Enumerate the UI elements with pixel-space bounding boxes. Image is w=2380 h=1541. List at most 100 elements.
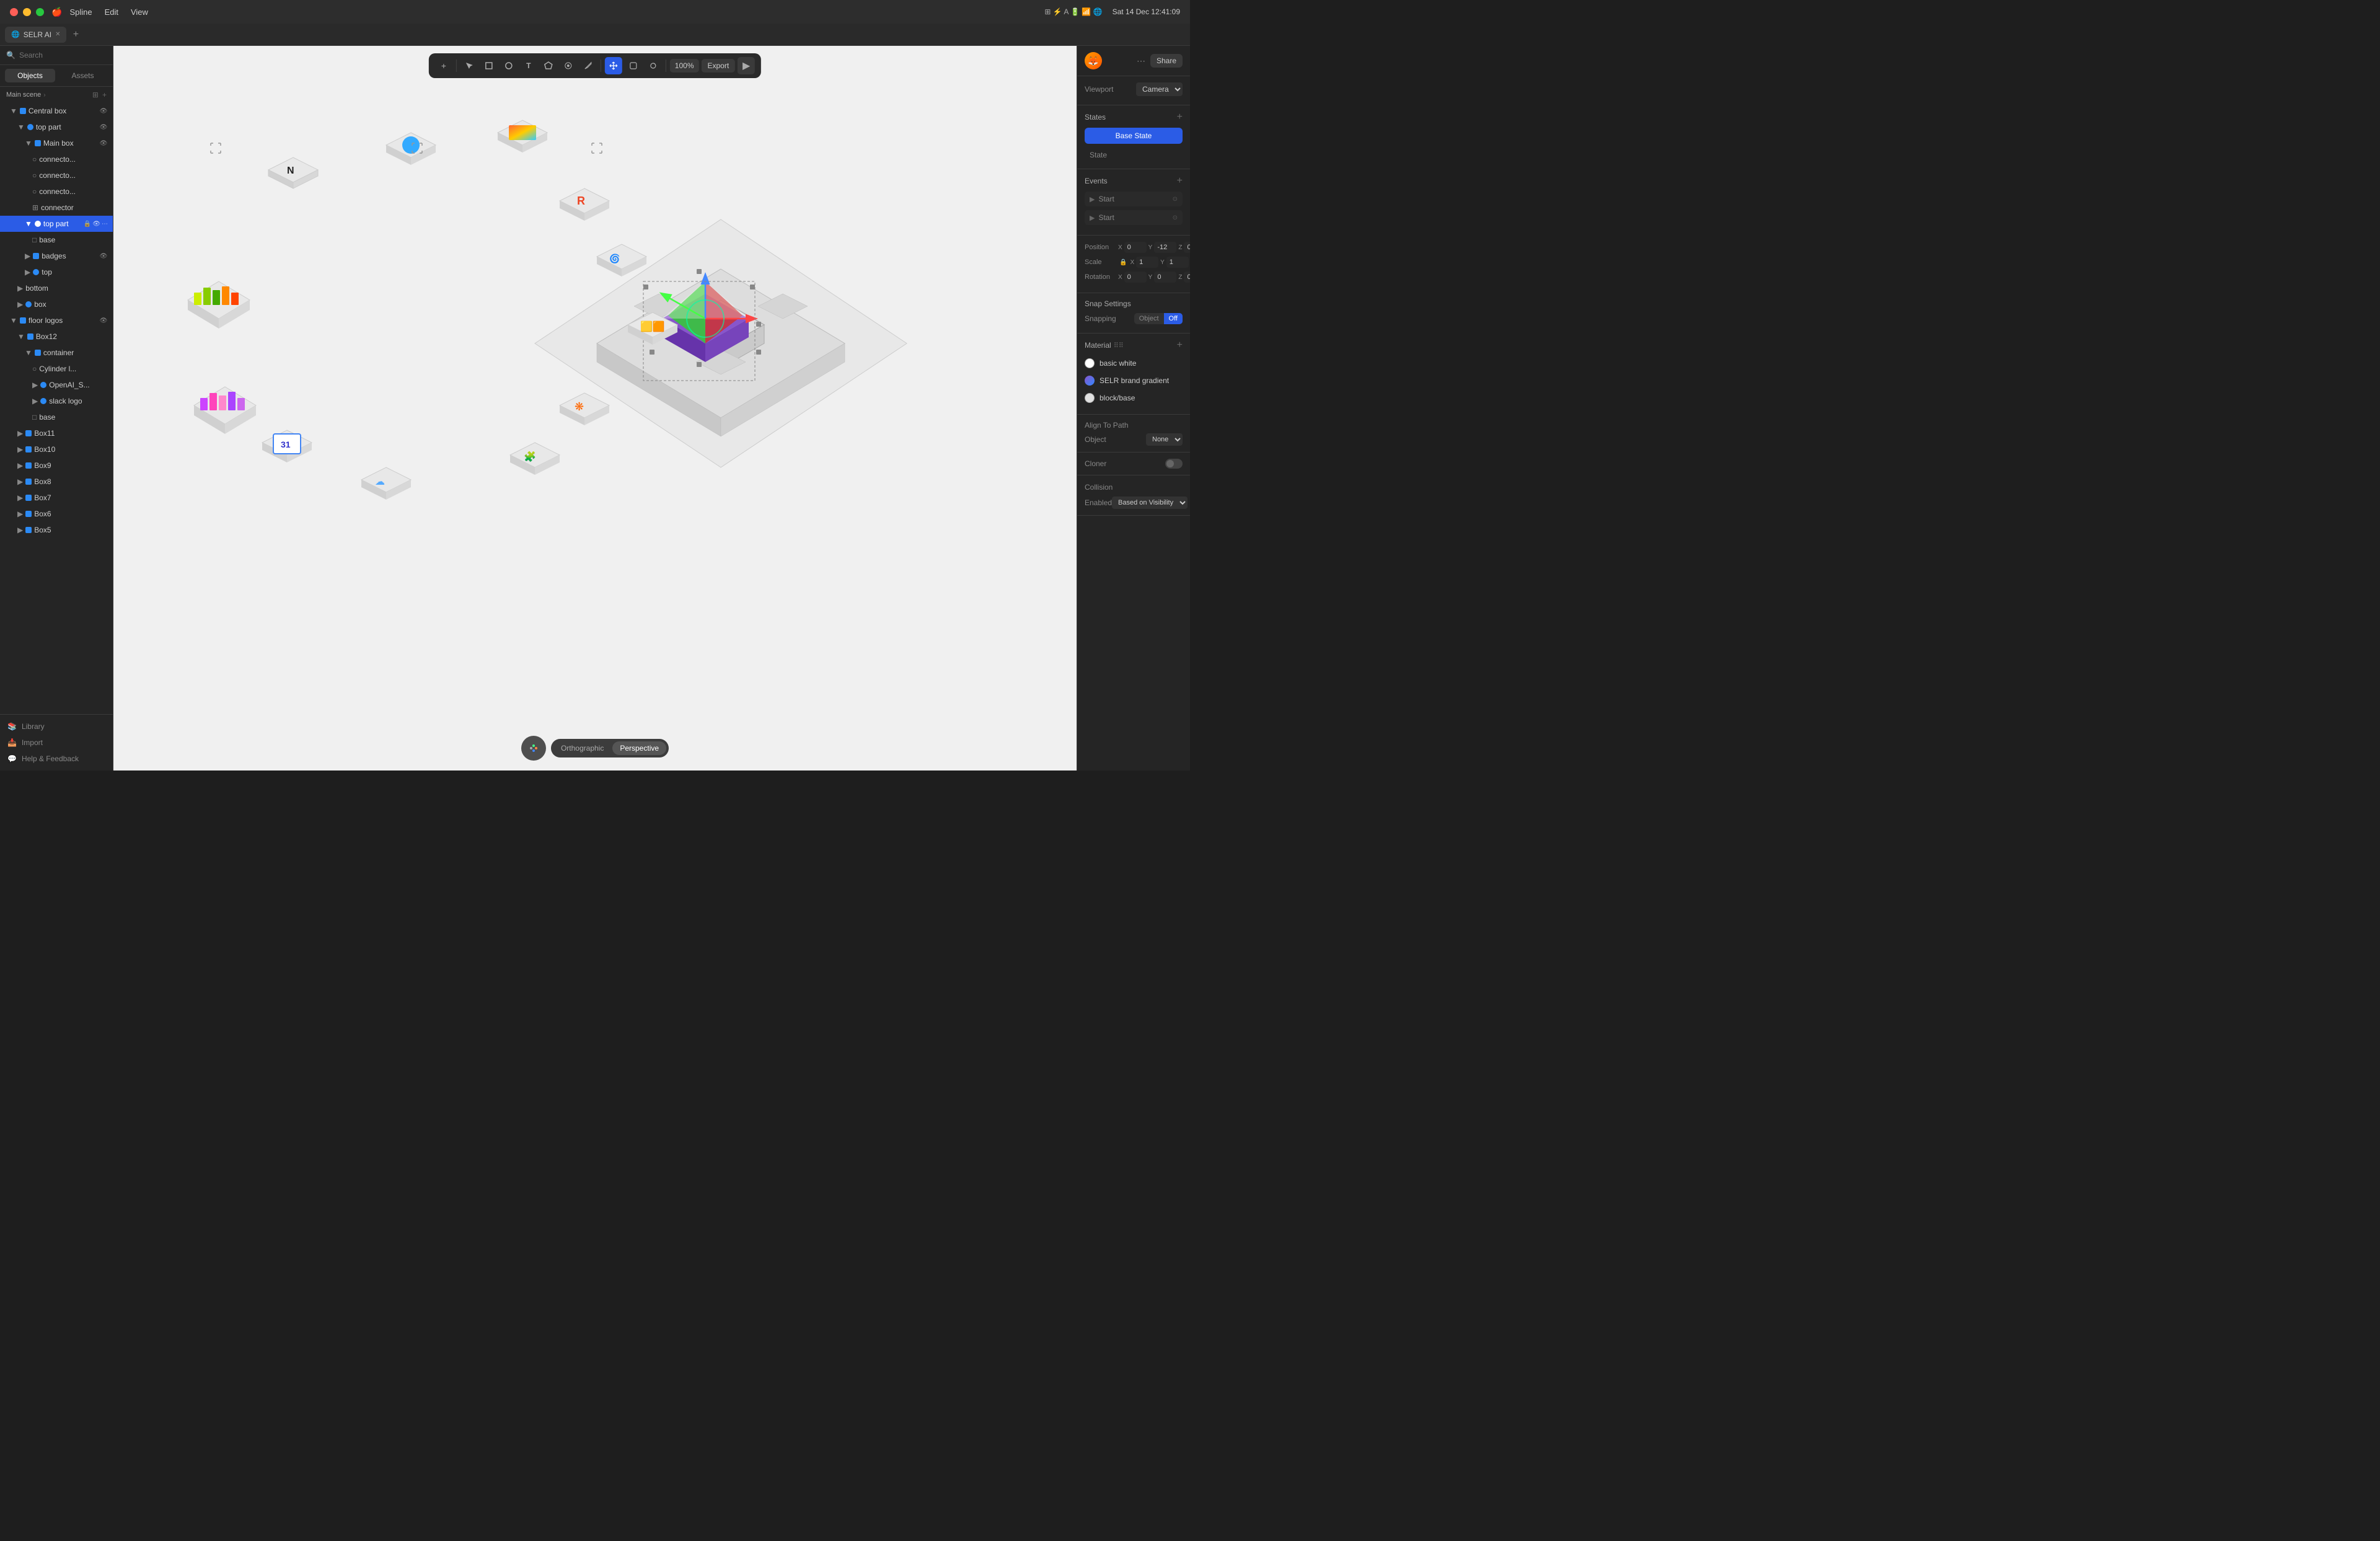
more-options-icon[interactable]: ⋯ — [1137, 56, 1145, 66]
snap-object-button[interactable]: Object — [1134, 313, 1164, 324]
add-material-button[interactable]: + — [1177, 340, 1183, 351]
hide-icon[interactable]: 👁 — [92, 221, 100, 227]
tree-item-box12[interactable]: ▼ Box12 — [0, 329, 113, 345]
tree-item-label: slack logo — [49, 397, 108, 405]
cloner-toggle[interactable] — [1165, 459, 1183, 469]
select-tool[interactable] — [461, 57, 478, 74]
close-button[interactable] — [10, 8, 18, 16]
scene-dots-button[interactable] — [521, 736, 546, 761]
visibility-icon[interactable]: 👁 — [99, 108, 108, 115]
scale-y[interactable]: 1 — [1166, 257, 1189, 268]
add-scene-icon[interactable]: + — [102, 91, 107, 99]
tree-item-container[interactable]: ▼ container — [0, 345, 113, 361]
box-tool[interactable] — [480, 57, 498, 74]
tree-item-mainbox[interactable]: ▼ Main box 👁 — [0, 135, 113, 151]
visibility-icon[interactable]: 👁 — [99, 140, 108, 147]
tree-item-box9[interactable]: ▶ Box9 — [0, 457, 113, 474]
new-tab-button[interactable]: + — [69, 28, 82, 42]
minimize-button[interactable] — [23, 8, 31, 16]
more-icon[interactable]: ⋯ — [102, 221, 108, 227]
tree-item-box7[interactable]: ▶ Box7 — [0, 490, 113, 506]
tree-item-base2[interactable]: □ base — [0, 409, 113, 425]
tree-item-cylinder[interactable]: ○ Cylinder l... — [0, 361, 113, 377]
tree-item-box11[interactable]: ▶ Box11 — [0, 425, 113, 441]
tab-assets[interactable]: Assets — [58, 69, 108, 82]
edit-menu[interactable]: Edit — [105, 7, 118, 17]
event-row-1[interactable]: ▶ Start ⊙ — [1085, 192, 1183, 206]
material-item-selr[interactable]: SELR brand gradient — [1085, 373, 1183, 388]
import-item[interactable]: 📥 Import — [0, 735, 113, 751]
canvas-area[interactable]: + T — [113, 46, 1077, 770]
material-item-block[interactable]: block/base — [1085, 391, 1183, 405]
tree-item-slack[interactable]: ▶ slack logo — [0, 393, 113, 409]
tree-item-box5[interactable]: ▶ Box5 — [0, 522, 113, 538]
lock-icon[interactable]: 🔒 — [84, 221, 91, 227]
material-item-white[interactable]: basic white — [1085, 356, 1183, 371]
base-state-button[interactable]: Base State — [1085, 128, 1183, 144]
text-tool[interactable]: T — [520, 57, 537, 74]
rotation-z[interactable]: 0 — [1184, 272, 1190, 283]
tree-item-bottom[interactable]: ▶ bottom — [0, 280, 113, 296]
add-button[interactable]: + — [435, 57, 452, 74]
maximize-button[interactable] — [36, 8, 44, 16]
state-item[interactable]: State — [1085, 148, 1183, 162]
help-item[interactable]: 💬 Help & Feedback — [0, 751, 113, 767]
traffic-lights[interactable] — [10, 8, 44, 16]
move-tool[interactable] — [605, 57, 622, 74]
rotation-y[interactable]: 0 — [1154, 272, 1176, 283]
tree-item-toppart1[interactable]: ▼ top part 👁 — [0, 119, 113, 135]
grid-icon[interactable]: ⊞ — [92, 91, 99, 99]
tree-item-openai[interactable]: ▶ OpenAI_S... — [0, 377, 113, 393]
tree-item-badges[interactable]: ▶ badges 👁 — [0, 248, 113, 264]
event-row-2[interactable]: ▶ Start ⊙ — [1085, 210, 1183, 225]
app-tab[interactable]: 🌐 SELR AI ✕ — [5, 27, 66, 43]
perspective-button[interactable]: Perspective — [612, 741, 666, 755]
tree-item-base1[interactable]: □ base — [0, 232, 113, 248]
add-state-button[interactable]: + — [1177, 112, 1183, 123]
tree-item-connector4[interactable]: ⊞ connector — [0, 200, 113, 216]
view-menu[interactable]: View — [131, 7, 148, 17]
tree-item-box6[interactable]: ▶ Box6 — [0, 506, 113, 522]
tree-item-toppart-selected[interactable]: ▼ top part 🔒 👁 ⋯ — [0, 216, 113, 232]
orthographic-button[interactable]: Orthographic — [553, 741, 611, 755]
tree-item-floorlogos[interactable]: ▼ floor logos 👁 — [0, 312, 113, 329]
position-z[interactable]: 0 — [1184, 242, 1190, 253]
search-input[interactable] — [19, 51, 115, 60]
polygon-tool[interactable] — [540, 57, 557, 74]
play-button[interactable]: ▶ — [738, 57, 755, 74]
pen-tool[interactable] — [580, 57, 597, 74]
lock-icon[interactable]: 🔒 — [1119, 259, 1127, 266]
tree-item-box10[interactable]: ▶ Box10 — [0, 441, 113, 457]
group-icon: ▶ — [17, 461, 23, 470]
tree-item-box[interactable]: ▶ box — [0, 296, 113, 312]
tree-item-centralbox[interactable]: ▼ Central box 👁 — [0, 103, 113, 119]
tree-item-connector2[interactable]: ○ connecto... — [0, 167, 113, 183]
align-select[interactable]: None — [1146, 433, 1183, 446]
canvas-view[interactable]: N — [113, 46, 1077, 770]
tree-item-connector3[interactable]: ○ connecto... — [0, 183, 113, 200]
circle-tool[interactable] — [500, 57, 518, 74]
viewport-select[interactable]: Camera — [1136, 82, 1183, 96]
library-item[interactable]: 📚 Library — [0, 718, 113, 735]
tab-close-icon[interactable]: ✕ — [55, 31, 60, 38]
shape-tool[interactable] — [625, 57, 642, 74]
visibility-icon[interactable]: 👁 — [99, 253, 108, 260]
position-x[interactable]: 0 — [1124, 242, 1147, 253]
collision-select[interactable]: Based on Visibility — [1112, 497, 1188, 509]
star-tool[interactable] — [560, 57, 577, 74]
material-tool[interactable] — [645, 57, 662, 74]
visibility-icon[interactable]: 👁 — [99, 124, 108, 131]
tree-item-connector1[interactable]: ○ connecto... — [0, 151, 113, 167]
scale-x[interactable]: 1 — [1136, 257, 1158, 268]
position-y[interactable]: -12 — [1154, 242, 1176, 253]
tab-objects[interactable]: Objects — [5, 69, 55, 82]
add-event-button[interactable]: + — [1177, 175, 1183, 187]
tree-item-box8[interactable]: ▶ Box8 — [0, 474, 113, 490]
visibility-icon[interactable]: 👁 — [99, 317, 108, 324]
snap-off-button[interactable]: Off — [1164, 313, 1183, 324]
zoom-level[interactable]: 100% — [670, 59, 699, 73]
rotation-x[interactable]: 0 — [1124, 272, 1147, 283]
export-button[interactable]: Export — [702, 59, 736, 73]
tree-item-top[interactable]: ▶ top — [0, 264, 113, 280]
share-button[interactable]: Share — [1150, 54, 1183, 68]
